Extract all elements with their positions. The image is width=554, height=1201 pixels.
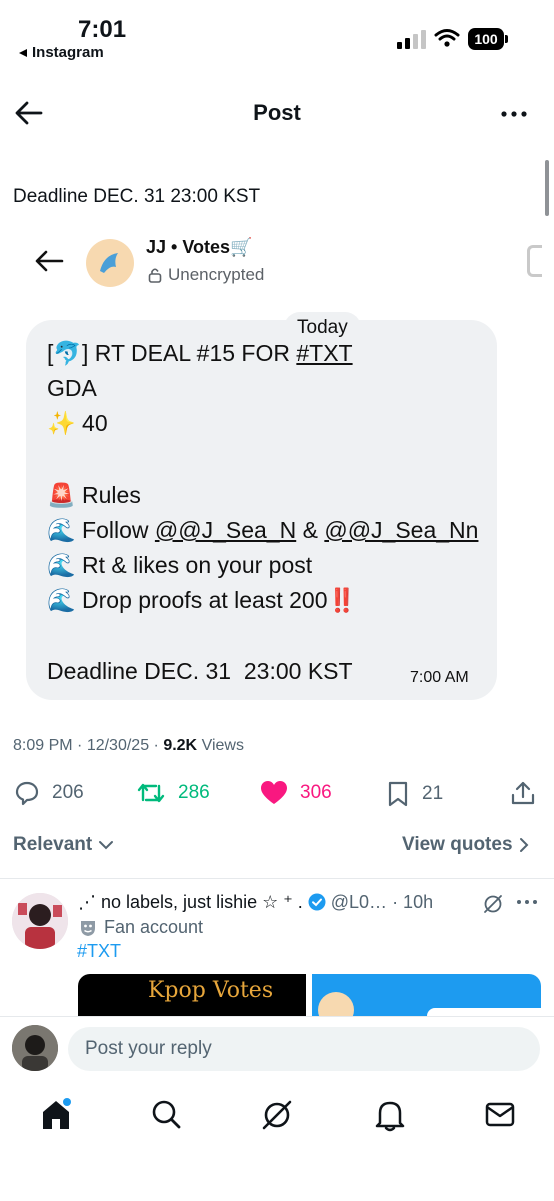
grok-icon[interactable] bbox=[482, 893, 504, 915]
chat-name: JJ • Votes🛒 bbox=[146, 237, 253, 257]
message-text: 🌊 Follow bbox=[47, 517, 155, 543]
reply-action[interactable]: 206 bbox=[14, 780, 84, 806]
sort-label: Relevant bbox=[13, 834, 93, 855]
fan-account-label: Fan account bbox=[78, 917, 203, 938]
lock-icon bbox=[148, 268, 162, 283]
like-action[interactable]: 306 bbox=[260, 780, 332, 806]
views-count: 9.2K bbox=[163, 737, 198, 754]
message-text: & bbox=[296, 517, 325, 543]
page-title: Post bbox=[253, 100, 301, 125]
message-text: 🌊 Drop proofs at least 200 bbox=[47, 587, 328, 613]
chat-back-arrow-icon bbox=[35, 250, 64, 272]
reply-input[interactable]: Post your reply bbox=[68, 1027, 540, 1071]
chat-avatar bbox=[86, 239, 134, 287]
message-text: [🐬] RT DEAL #15 FOR bbox=[47, 340, 297, 366]
message-time: 7:00 AM bbox=[410, 669, 469, 686]
cellular-signal-icon bbox=[397, 30, 426, 49]
reply-author-handle: @L0… bbox=[330, 892, 388, 912]
avatar-image bbox=[12, 1025, 58, 1071]
view-quotes-label: View quotes bbox=[402, 834, 513, 855]
reply-bubble-icon bbox=[15, 781, 39, 806]
share-icon[interactable] bbox=[510, 780, 536, 806]
reply-hashtag-link[interactable]: #TXT bbox=[77, 941, 121, 962]
encryption-label: Unencrypted bbox=[168, 265, 265, 284]
chat-encryption-status: Unencrypted bbox=[148, 265, 264, 285]
like-count: 306 bbox=[300, 782, 332, 803]
repost-action[interactable]: 286 bbox=[136, 780, 210, 806]
sort-replies-button[interactable]: Relevant bbox=[13, 834, 114, 856]
messages-envelope-icon[interactable] bbox=[484, 1098, 516, 1130]
search-icon[interactable] bbox=[150, 1098, 182, 1130]
mention-link: @@J_Sea_N bbox=[154, 517, 297, 543]
reply-age: · 10h bbox=[392, 892, 434, 912]
back-triangle-icon bbox=[19, 48, 27, 57]
battery-tip bbox=[505, 35, 508, 43]
double-exclamation-emoji: ‼️ bbox=[327, 587, 357, 613]
bookmark-action[interactable]: 21 bbox=[386, 780, 443, 808]
bookmark-count: 21 bbox=[422, 783, 444, 804]
hashtag-link: #TXT bbox=[296, 340, 353, 366]
message-line: 🚨 Rules bbox=[47, 482, 141, 508]
verified-badge-icon bbox=[308, 893, 326, 911]
message-line: [🐬] RT DEAL #15 FOR #TXT bbox=[47, 340, 353, 367]
repost-icon bbox=[137, 783, 165, 803]
battery-icon: 100 bbox=[468, 28, 504, 50]
fan-account-text: Fan account bbox=[104, 917, 204, 937]
back-to-app-link[interactable]: Instagram bbox=[18, 44, 104, 61]
reply-avatar[interactable] bbox=[12, 893, 68, 949]
chat-edge-icon bbox=[527, 245, 542, 277]
view-quotes-link[interactable]: View quotes bbox=[402, 834, 529, 856]
message-line: 🌊 Rt & likes on your post bbox=[47, 552, 313, 578]
home-icon[interactable] bbox=[40, 1098, 72, 1132]
more-options-icon[interactable] bbox=[500, 106, 528, 122]
message-line: ✨ 40 bbox=[47, 410, 108, 436]
reply-placeholder: Post your reply bbox=[85, 1038, 212, 1059]
reply-media-text: Kpop Votes bbox=[148, 978, 274, 1003]
message-line: GDA bbox=[47, 375, 97, 401]
post-time: 8:09 PM bbox=[13, 737, 73, 754]
message-line: Deadline DEC. 31 23:00 KST bbox=[47, 658, 353, 684]
grok-tab-icon[interactable] bbox=[260, 1098, 294, 1132]
mention-link: @@J_Sea_Nn bbox=[324, 517, 479, 543]
theater-mask-icon bbox=[81, 920, 95, 936]
divider bbox=[0, 878, 554, 879]
back-app-label: Instagram bbox=[32, 44, 104, 61]
scrollbar-thumb[interactable] bbox=[545, 160, 549, 216]
wifi-icon bbox=[434, 29, 460, 47]
message-line: 🌊 Follow @@J_Sea_N & @@J_Sea_Nn bbox=[47, 517, 478, 544]
my-avatar[interactable] bbox=[12, 1025, 58, 1071]
status-time: 7:01 bbox=[78, 16, 127, 43]
repost-count: 286 bbox=[178, 782, 210, 803]
reply-more-icon[interactable] bbox=[516, 898, 538, 906]
chevron-down-icon bbox=[99, 841, 114, 850]
post-meta: 8:09 PM · 12/30/25 · 9.2K Views bbox=[13, 737, 244, 754]
reply-count: 206 bbox=[52, 782, 84, 803]
post-image[interactable]: JJ • Votes🛒 Unencrypted Today [🐬] RT DEA… bbox=[0, 235, 554, 715]
post-date: 12/30/25 bbox=[86, 737, 150, 754]
reply-author-line[interactable]: ⋰ no labels, just lishie ☆ ⁺ . @L0… · 10… bbox=[78, 892, 433, 913]
views-label: Views bbox=[201, 737, 244, 754]
message-line: 🌊 Drop proofs at least 200‼️ bbox=[47, 587, 356, 614]
avatar-image bbox=[12, 893, 68, 949]
heart-icon bbox=[261, 781, 287, 804]
dolphin-avatar-icon bbox=[100, 253, 118, 273]
notifications-bell-icon[interactable] bbox=[374, 1098, 406, 1132]
reply-author-name: ⋰ no labels, just lishie ☆ ⁺ . bbox=[78, 892, 308, 912]
bookmark-icon bbox=[388, 781, 408, 807]
post-text-tail: Deadline DEC. 31 23:00 KST bbox=[13, 186, 261, 207]
chevron-right-icon bbox=[519, 838, 528, 852]
